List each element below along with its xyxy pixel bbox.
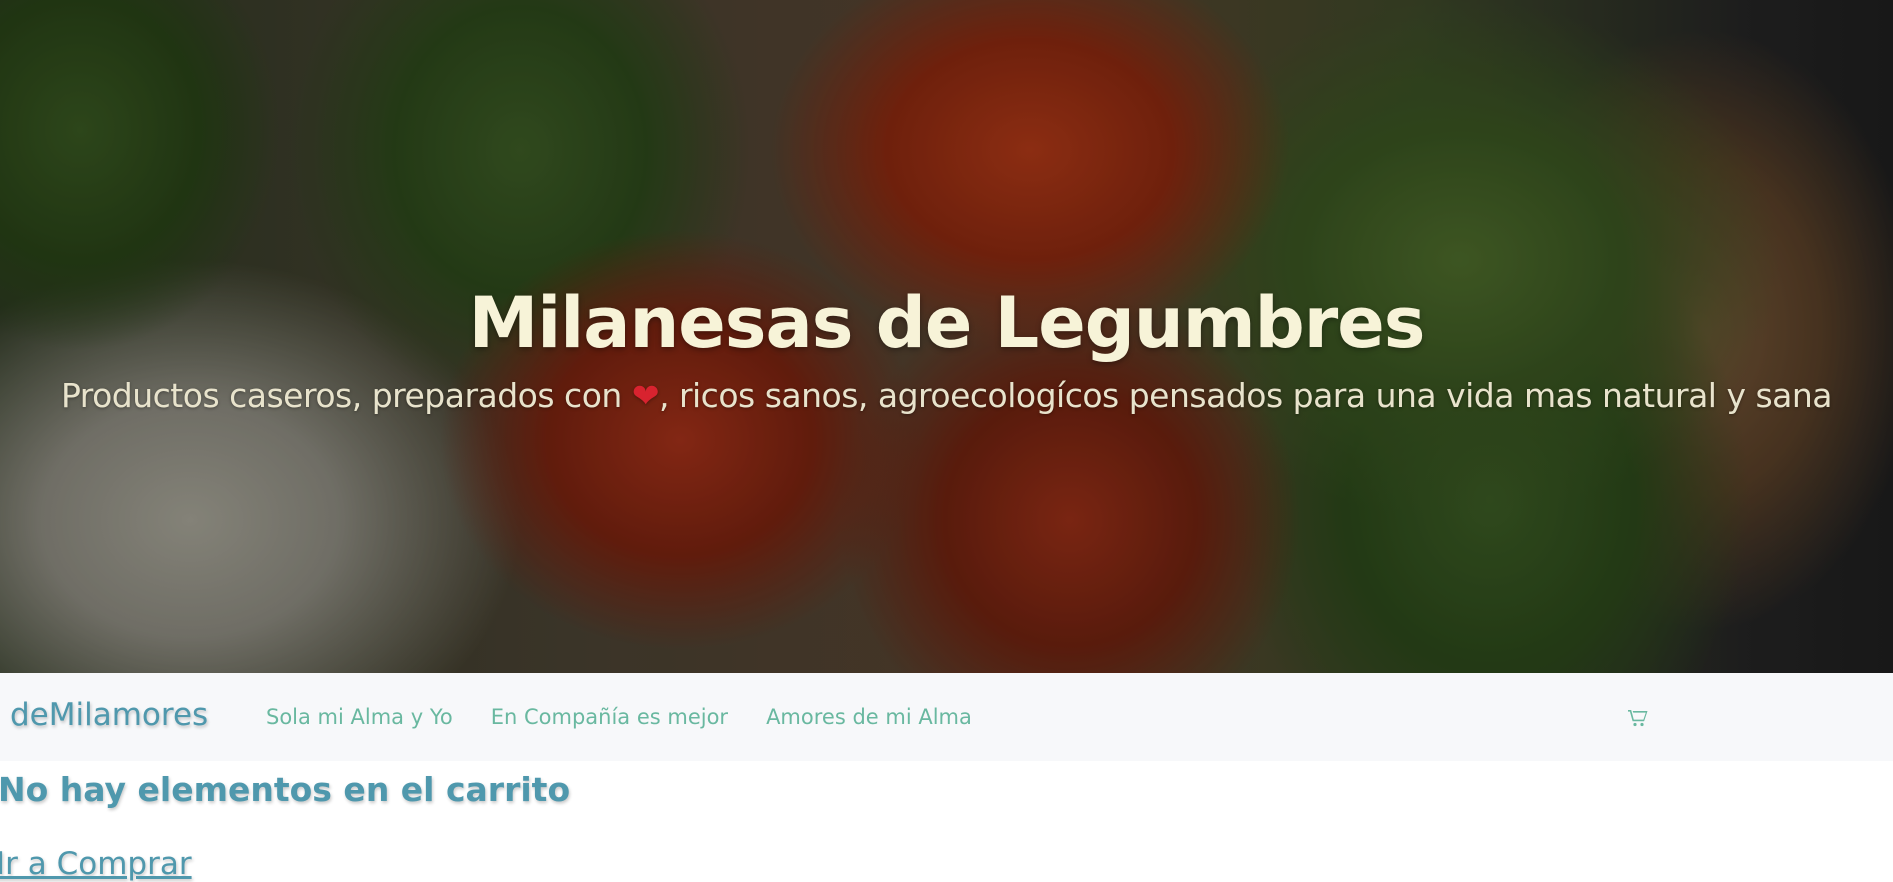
hero-subtitle: Productos caseros, preparados con ❤, ric… xyxy=(0,376,1893,415)
nav-link-amores-de-mi-alma[interactable]: Amores de mi Alma xyxy=(766,705,972,729)
hero-banner: Milanesas de Legumbres Productos caseros… xyxy=(0,0,1893,673)
main-navbar: deMilamores Sola mi Alma y Yo En Compañí… xyxy=(0,673,1893,761)
heart-icon: ❤ xyxy=(631,376,660,415)
hero-title: Milanesas de Legumbres xyxy=(468,282,1426,364)
nav-link-sola-mi-alma[interactable]: Sola mi Alma y Yo xyxy=(266,705,453,729)
nav-links: Sola mi Alma y Yo En Compañía es mejor A… xyxy=(266,705,972,729)
brand-logo-link[interactable]: deMilamores xyxy=(10,697,208,733)
hero-subtitle-end: , ricos sanos, agroecologícos pensados p… xyxy=(658,376,1833,415)
empty-cart-message: No hay elementos en el carrito xyxy=(0,770,571,809)
hero-subtitle-start: Productos caseros, preparados con xyxy=(60,376,632,415)
nav-link-en-compania[interactable]: En Compañía es mejor xyxy=(491,705,728,729)
shopping-cart-icon[interactable] xyxy=(1628,709,1648,727)
go-shopping-link[interactable]: Ir a Comprar xyxy=(0,846,192,882)
